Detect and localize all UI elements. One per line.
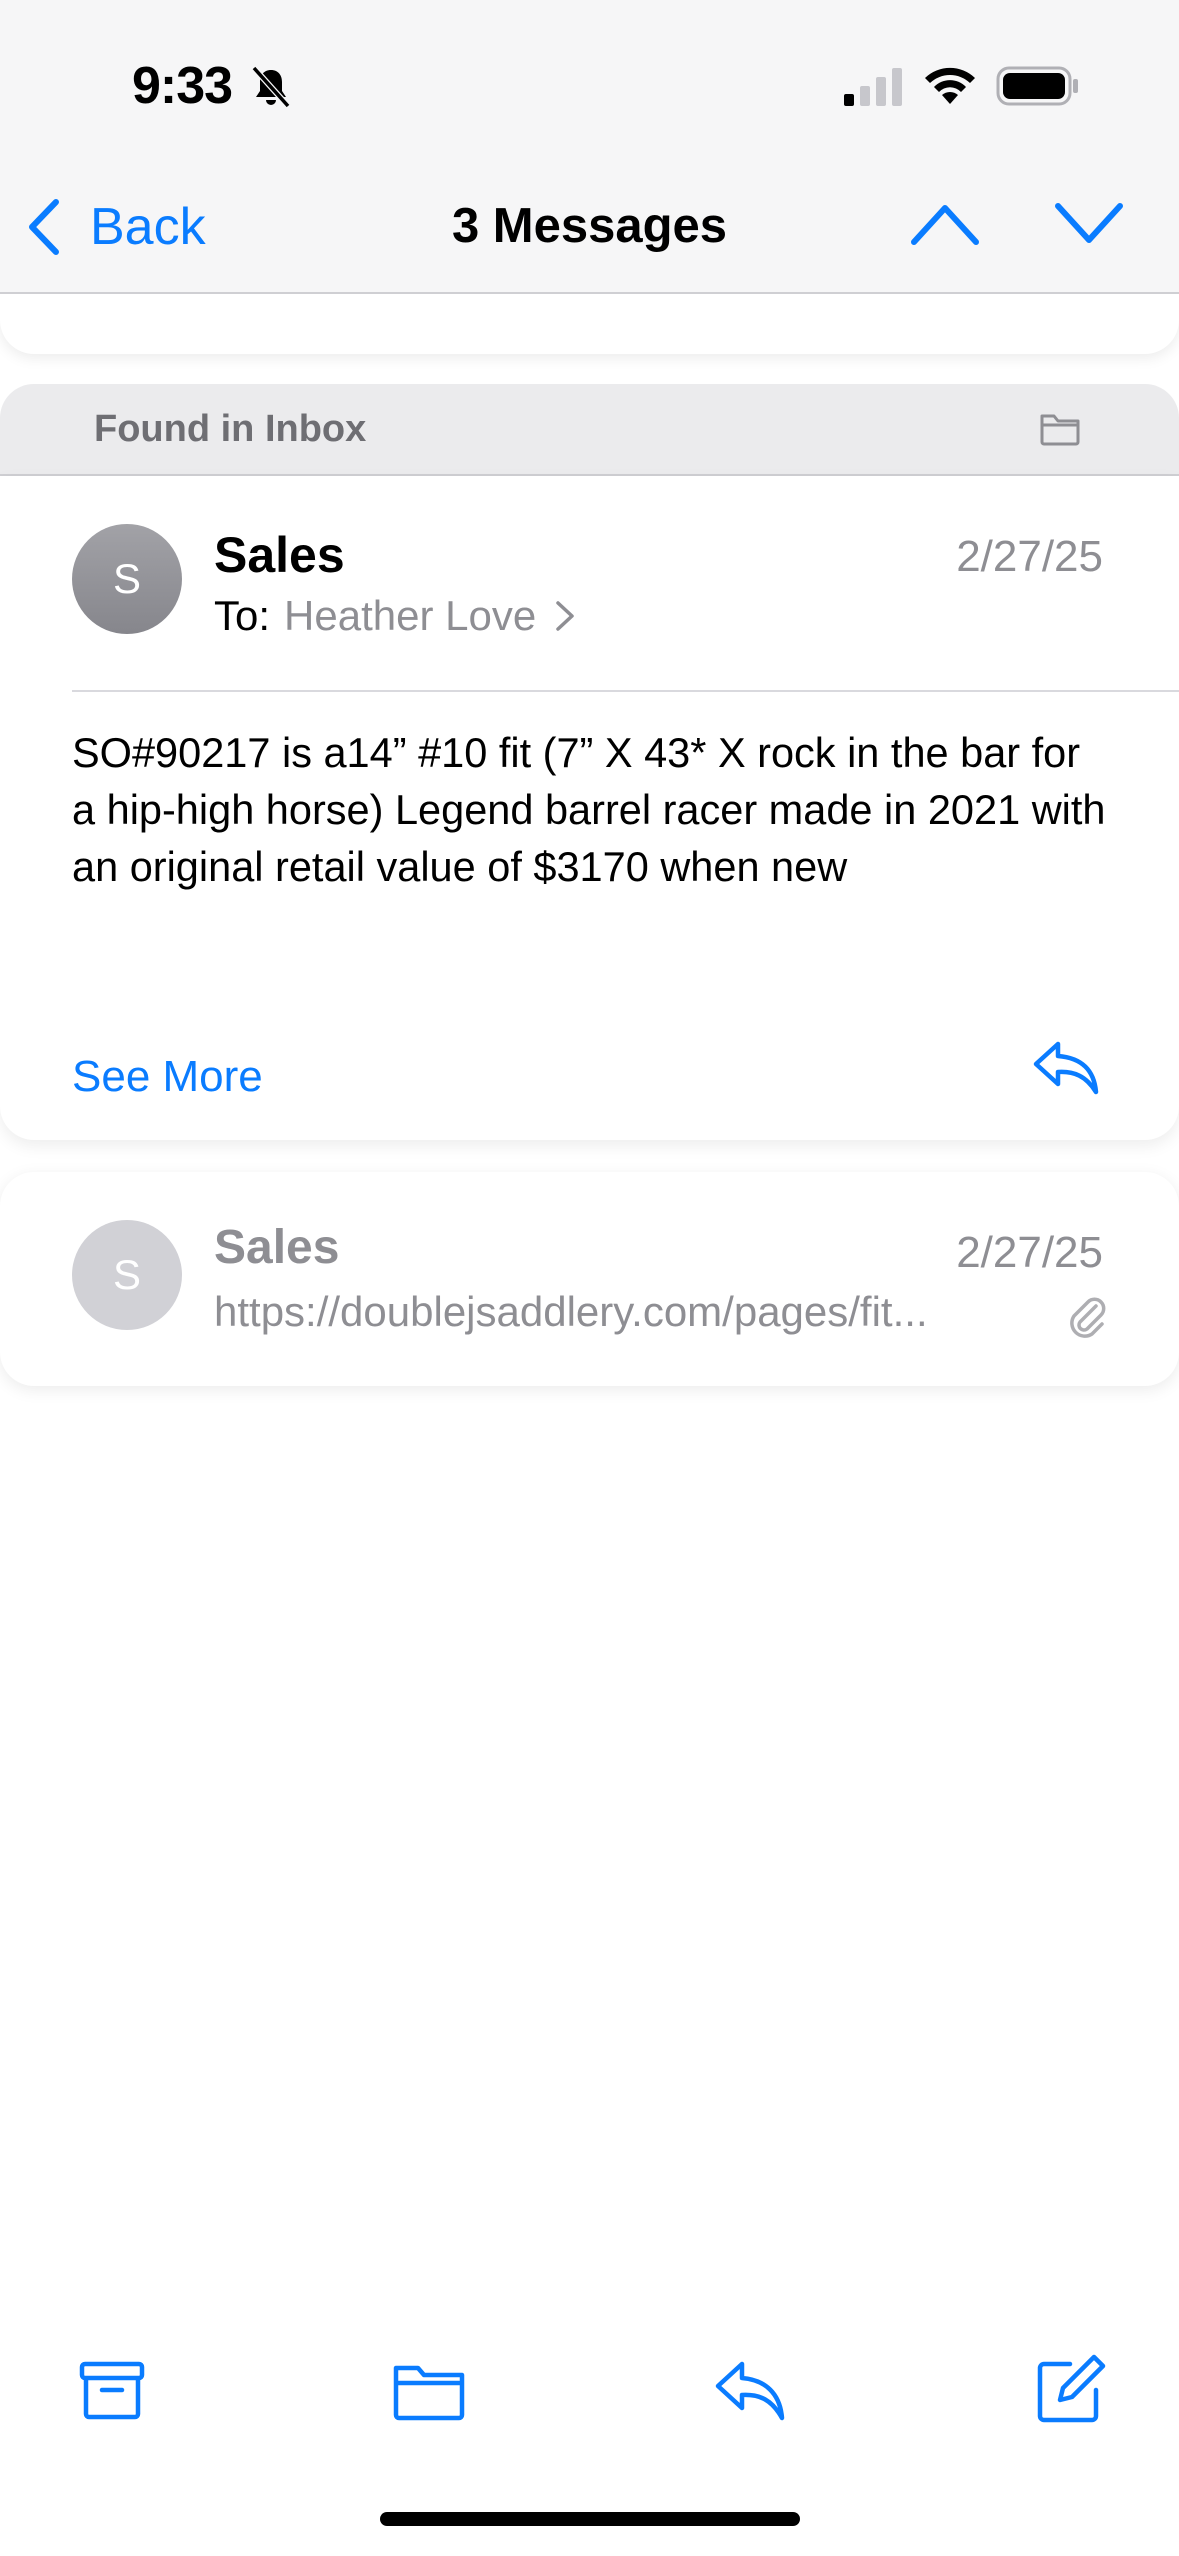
home-indicator[interactable]	[380, 2512, 800, 2526]
status-time: 9:33	[132, 57, 233, 115]
avatar: S	[72, 1220, 182, 1330]
mail-thread-screen: 9:33 Back 3 Messages Found in Inbox S Sa…	[0, 0, 1179, 2556]
recipient-name[interactable]: Heather Love	[284, 592, 536, 640]
sender-name: Sales	[214, 527, 345, 583]
message-date: 2/27/25	[956, 532, 1103, 581]
bottom-toolbar	[0, 2330, 1179, 2450]
found-in-label: Found in Inbox	[94, 408, 367, 450]
message-card-collapsed[interactable]: S Sales 2/27/25 https://doublejsaddlery.…	[0, 1172, 1179, 1386]
reply-icon[interactable]	[710, 2350, 790, 2430]
see-more-link[interactable]: See More	[72, 1052, 263, 1102]
message-date: 2/27/25	[956, 1228, 1103, 1277]
next-message-chevron-down-icon[interactable]	[1054, 200, 1124, 248]
avatar: S	[72, 524, 182, 634]
chevron-right-icon	[556, 601, 574, 631]
top-bar: 9:33 Back 3 Messages	[0, 0, 1179, 294]
reply-icon[interactable]	[1030, 1036, 1102, 1100]
paperclip-icon	[1070, 1297, 1106, 1338]
bell-slash-icon	[251, 65, 291, 109]
message-body: SO#90217 is a14” #10 fit (7” X 43* X roc…	[72, 729, 1106, 890]
previous-message-chevron-up-icon[interactable]	[910, 200, 980, 248]
message-card-expanded[interactable]: S Sales 2/27/25 To: Heather Love SO#9021…	[0, 476, 1179, 1140]
to-label: To:	[214, 592, 271, 639]
page-title: 3 Messages	[451, 199, 728, 253]
message-preview: https://doublejsaddlery.com/pages/fit...	[214, 1288, 928, 1335]
folder-icon[interactable]	[390, 2350, 470, 2430]
wifi-icon	[925, 67, 975, 104]
folder-icon	[1040, 414, 1080, 446]
battery-icon	[996, 66, 1078, 106]
signal-icon	[844, 68, 902, 106]
divider	[72, 690, 1179, 692]
recipient-row[interactable]: To: Heather Love	[214, 592, 576, 640]
found-in-inbox-header: Found in Inbox	[0, 384, 1179, 476]
sender-name: Sales	[214, 1221, 340, 1274]
archive-icon[interactable]	[72, 2350, 152, 2430]
compose-icon[interactable]	[1030, 2350, 1110, 2430]
